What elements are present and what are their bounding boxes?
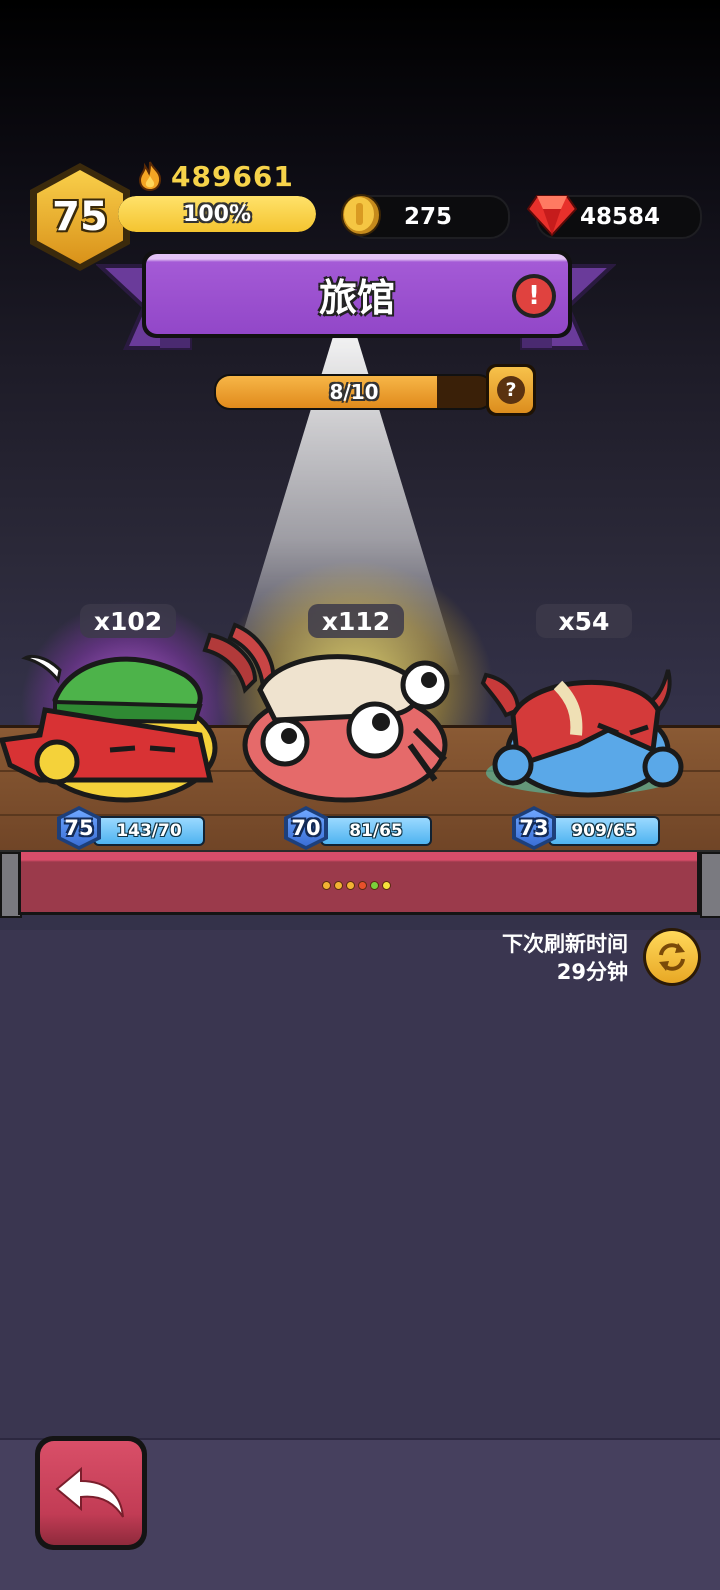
hero-quantity-tag: x102 [80,604,176,638]
page-dot [358,881,367,890]
exclamation-icon: ! [516,278,552,314]
refresh-icon [659,943,685,971]
hero-level: 75 [64,816,94,840]
hero-stat-value: 143/70 [93,816,205,846]
hero-stat: 81/65 70 [284,806,432,850]
refresh-timer-value: 29分钟 [556,960,628,984]
counter-side-right [700,852,720,918]
hero-stat-value: 909/65 [548,816,660,846]
help-button[interactable]: ? [486,364,536,416]
horned-helmet-blob-icon[interactable] [478,655,690,805]
coin-icon [341,194,381,236]
xp-bar: 100% [118,196,316,232]
back-arrow-icon [55,1466,124,1518]
flame-icon [138,161,162,191]
power-value: 489661 [171,159,294,193]
back-button[interactable] [35,1436,147,1550]
page-dot [322,881,331,890]
hero-quantity-tag: x54 [536,604,632,638]
gem-icon [527,195,577,237]
question-mark-icon: ? [497,376,525,404]
back-button-face [40,1441,142,1545]
refresh-button[interactable] [643,928,701,986]
power-display: 489661 [137,158,294,194]
gem-value: 48584 [580,204,661,230]
recruit-progress-bar: 8/10 [214,374,494,410]
squid-blob-icon[interactable] [185,620,460,810]
help-button-face: ? [489,367,533,413]
hero-level: 70 [291,816,321,840]
page-indicator [322,881,391,890]
refresh-timer-title: 下次刷新时间 [502,932,628,956]
page-dot [370,881,379,890]
recruit-progress-label: 8/10 [329,380,379,404]
refresh-timer: 下次刷新时间 29分钟 [502,930,628,986]
page-title: 旅馆 [318,275,395,320]
hero-level: 73 [519,816,549,840]
title-banner-fill: 旅馆 [146,254,568,334]
xp-percent: 100% [183,201,251,227]
hero-stat-value: 81/65 [320,816,432,846]
hero-stat: 909/65 73 [512,806,660,850]
page-dot [346,881,355,890]
alert-button[interactable]: ! [512,274,556,318]
refresh-button-face [646,931,698,983]
title-banner: 旅馆 [142,250,572,338]
coin-value: 275 [404,204,453,230]
page-dot [334,881,343,890]
page-dot [382,881,391,890]
hero-stat: 143/70 75 [57,806,205,850]
